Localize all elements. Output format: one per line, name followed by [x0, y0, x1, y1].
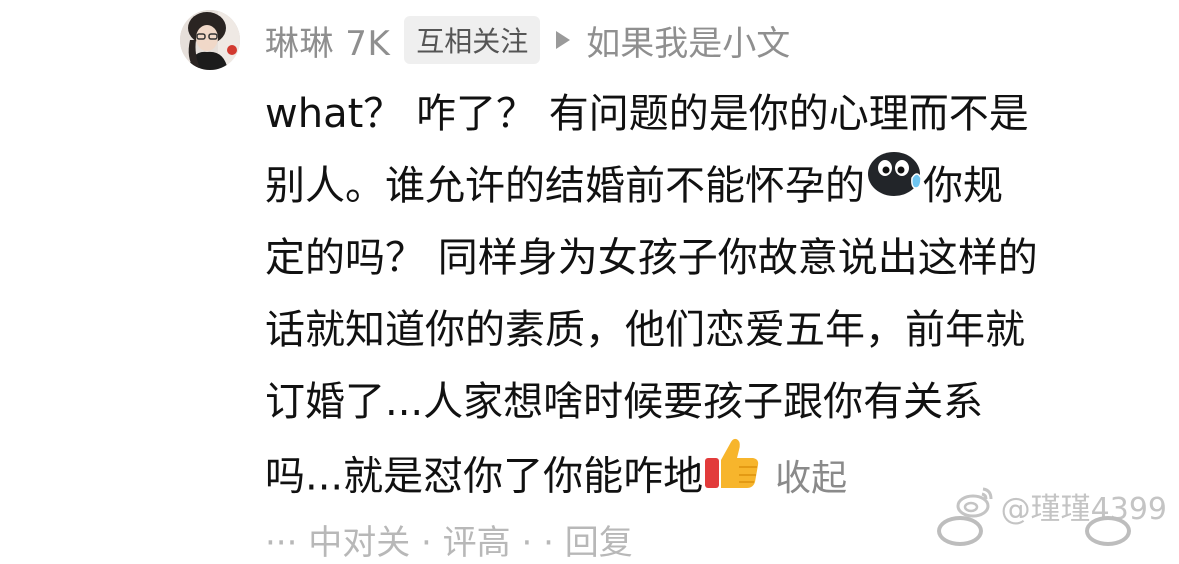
collapse-button[interactable]: 收起 — [775, 458, 847, 499]
comment-line: 定的吗？ 同样身为女孩子你故意说出这样的 — [265, 235, 1038, 281]
comment-line: 别人。谁允许的结婚前不能怀孕的 你规 — [265, 150, 1145, 222]
comment-line: 订婚了...人家想啥时候要孩子跟你有关系 — [265, 379, 984, 425]
action-icon-peek — [937, 516, 983, 546]
comment-item: 琳琳 7K 互相关注 如果我是小文 what？ 咋了？ 有问题的是你的心理而不是… — [0, 0, 1179, 563]
comment-body: what？ 咋了？ 有问题的是你的心理而不是 别人。谁允许的结婚前不能怀孕的 你… — [265, 78, 1145, 510]
sweat-face-icon — [865, 148, 923, 221]
comment-line: what？ 咋了？ 有问题的是你的心理而不是 — [265, 91, 1029, 137]
reply-target-name[interactable]: 如果我是小文 — [586, 16, 790, 65]
thumbs-up-icon — [703, 434, 761, 515]
comment-header: 琳琳 7K 互相关注 如果我是小文 — [265, 14, 790, 66]
reply-arrow-icon — [556, 31, 571, 49]
watermark: @瑾瑾4399 — [955, 484, 1167, 528]
comment-line-text: 别人。谁允许的结婚前不能怀孕的 — [265, 163, 865, 209]
comment-line-text: 你规 — [923, 163, 1003, 209]
mutual-follow-badge: 互相关注 — [404, 16, 541, 64]
comment-line: 话就知道你的素质，他们恋爱五年，前年就 — [265, 307, 1025, 353]
avatar[interactable] — [180, 10, 240, 70]
action-icon-peek — [1085, 516, 1131, 546]
watermark-text: @瑾瑾4399 — [1000, 492, 1167, 527]
comment-line-text: 吗...就是怼你了你能咋地 — [265, 453, 704, 500]
avatar-image — [180, 10, 240, 70]
comment-footer-peek: ··· 中对关 · 评高 · · 回复 — [265, 523, 633, 563]
author-name[interactable]: 琳琳 7K — [265, 16, 390, 65]
